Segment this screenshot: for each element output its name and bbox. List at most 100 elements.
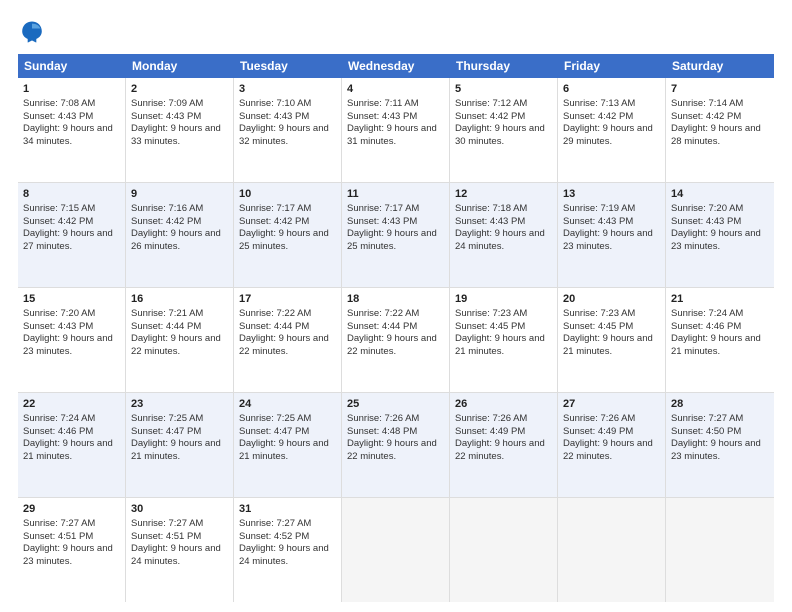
day-cell-29: 29Sunrise: 7:27 AMSunset: 4:51 PMDayligh… xyxy=(18,498,126,602)
daylight: Daylight: 9 hours and 30 minutes. xyxy=(455,123,545,147)
daylight: Daylight: 9 hours and 21 minutes. xyxy=(239,438,329,462)
header-day-monday: Monday xyxy=(126,54,234,78)
day-cell-2: 2Sunrise: 7:09 AMSunset: 4:43 PMDaylight… xyxy=(126,78,234,182)
sunrise: Sunrise: 7:23 AM xyxy=(563,308,635,319)
daylight: Daylight: 9 hours and 22 minutes. xyxy=(347,438,437,462)
sunset: Sunset: 4:43 PM xyxy=(347,111,417,122)
day-number: 6 xyxy=(563,82,660,97)
sunset: Sunset: 4:48 PM xyxy=(347,426,417,437)
sunset: Sunset: 4:42 PM xyxy=(563,111,633,122)
sunrise: Sunrise: 7:27 AM xyxy=(23,518,95,529)
day-cell-27: 27Sunrise: 7:26 AMSunset: 4:49 PMDayligh… xyxy=(558,393,666,497)
sunrise: Sunrise: 7:27 AM xyxy=(239,518,311,529)
day-cell-13: 13Sunrise: 7:19 AMSunset: 4:43 PMDayligh… xyxy=(558,183,666,287)
sunset: Sunset: 4:43 PM xyxy=(239,111,309,122)
daylight: Daylight: 9 hours and 29 minutes. xyxy=(563,123,653,147)
calendar-week-5: 29Sunrise: 7:27 AMSunset: 4:51 PMDayligh… xyxy=(18,498,774,602)
day-cell-24: 24Sunrise: 7:25 AMSunset: 4:47 PMDayligh… xyxy=(234,393,342,497)
daylight: Daylight: 9 hours and 27 minutes. xyxy=(23,228,113,252)
daylight: Daylight: 9 hours and 23 minutes. xyxy=(563,228,653,252)
day-number: 16 xyxy=(131,292,228,307)
header-day-wednesday: Wednesday xyxy=(342,54,450,78)
sunset: Sunset: 4:50 PM xyxy=(671,426,741,437)
daylight: Daylight: 9 hours and 23 minutes. xyxy=(671,438,761,462)
header-day-friday: Friday xyxy=(558,54,666,78)
daylight: Daylight: 9 hours and 22 minutes. xyxy=(239,333,329,357)
day-cell-6: 6Sunrise: 7:13 AMSunset: 4:42 PMDaylight… xyxy=(558,78,666,182)
day-number: 20 xyxy=(563,292,660,307)
daylight: Daylight: 9 hours and 25 minutes. xyxy=(347,228,437,252)
sunrise: Sunrise: 7:24 AM xyxy=(23,413,95,424)
calendar-week-2: 8Sunrise: 7:15 AMSunset: 4:42 PMDaylight… xyxy=(18,183,774,288)
calendar-week-1: 1Sunrise: 7:08 AMSunset: 4:43 PMDaylight… xyxy=(18,78,774,183)
day-cell-14: 14Sunrise: 7:20 AMSunset: 4:43 PMDayligh… xyxy=(666,183,774,287)
day-cell-16: 16Sunrise: 7:21 AMSunset: 4:44 PMDayligh… xyxy=(126,288,234,392)
daylight: Daylight: 9 hours and 33 minutes. xyxy=(131,123,221,147)
sunset: Sunset: 4:43 PM xyxy=(23,321,93,332)
empty-cell xyxy=(666,498,774,602)
day-cell-15: 15Sunrise: 7:20 AMSunset: 4:43 PMDayligh… xyxy=(18,288,126,392)
daylight: Daylight: 9 hours and 22 minutes. xyxy=(563,438,653,462)
empty-cell xyxy=(450,498,558,602)
sunrise: Sunrise: 7:26 AM xyxy=(455,413,527,424)
sunset: Sunset: 4:43 PM xyxy=(131,111,201,122)
sunset: Sunset: 4:46 PM xyxy=(671,321,741,332)
calendar: SundayMondayTuesdayWednesdayThursdayFrid… xyxy=(18,54,774,602)
calendar-week-3: 15Sunrise: 7:20 AMSunset: 4:43 PMDayligh… xyxy=(18,288,774,393)
header-day-sunday: Sunday xyxy=(18,54,126,78)
sunset: Sunset: 4:43 PM xyxy=(347,216,417,227)
day-cell-1: 1Sunrise: 7:08 AMSunset: 4:43 PMDaylight… xyxy=(18,78,126,182)
sunset: Sunset: 4:47 PM xyxy=(131,426,201,437)
day-number: 31 xyxy=(239,502,336,517)
sunrise: Sunrise: 7:17 AM xyxy=(347,203,419,214)
daylight: Daylight: 9 hours and 22 minutes. xyxy=(455,438,545,462)
sunrise: Sunrise: 7:19 AM xyxy=(563,203,635,214)
day-cell-21: 21Sunrise: 7:24 AMSunset: 4:46 PMDayligh… xyxy=(666,288,774,392)
daylight: Daylight: 9 hours and 25 minutes. xyxy=(239,228,329,252)
day-cell-20: 20Sunrise: 7:23 AM Sunset: 4:45 PMDayligh… xyxy=(558,288,666,392)
day-cell-11: 11Sunrise: 7:17 AMSunset: 4:43 PMDayligh… xyxy=(342,183,450,287)
sunrise: Sunrise: 7:27 AM xyxy=(671,413,743,424)
sunrise: Sunrise: 7:17 AM xyxy=(239,203,311,214)
day-number: 27 xyxy=(563,397,660,412)
daylight: Daylight: 9 hours and 24 minutes. xyxy=(131,543,221,567)
day-number: 10 xyxy=(239,187,336,202)
sunrise: Sunrise: 7:25 AM xyxy=(239,413,311,424)
day-number: 23 xyxy=(131,397,228,412)
header xyxy=(18,18,774,46)
daylight: Daylight: 9 hours and 34 minutes. xyxy=(23,123,113,147)
sunrise: Sunrise: 7:23 AM xyxy=(455,308,527,319)
day-cell-26: 26Sunrise: 7:26 AMSunset: 4:49 PMDayligh… xyxy=(450,393,558,497)
sunrise: Sunrise: 7:15 AM xyxy=(23,203,95,214)
sunrise: Sunrise: 7:14 AM xyxy=(671,98,743,109)
sunrise: Sunrise: 7:16 AM xyxy=(131,203,203,214)
sunset: Sunset: 4:43 PM xyxy=(563,216,633,227)
sunrise: Sunrise: 7:26 AM xyxy=(563,413,635,424)
sunrise: Sunrise: 7:22 AM xyxy=(239,308,311,319)
day-cell-8: 8Sunrise: 7:15 AMSunset: 4:42 PMDaylight… xyxy=(18,183,126,287)
header-day-tuesday: Tuesday xyxy=(234,54,342,78)
daylight: Daylight: 9 hours and 21 minutes. xyxy=(23,438,113,462)
sunset: Sunset: 4:45 PM xyxy=(563,321,633,332)
sunset: Sunset: 4:47 PM xyxy=(239,426,309,437)
day-cell-12: 12Sunrise: 7:18 AMSunset: 4:43 PMDayligh… xyxy=(450,183,558,287)
day-cell-4: 4Sunrise: 7:11 AMSunset: 4:43 PMDaylight… xyxy=(342,78,450,182)
sunrise: Sunrise: 7:18 AM xyxy=(455,203,527,214)
day-number: 29 xyxy=(23,502,120,517)
sunset: Sunset: 4:43 PM xyxy=(455,216,525,227)
sunrise: Sunrise: 7:08 AM xyxy=(23,98,95,109)
sunrise: Sunrise: 7:10 AM xyxy=(239,98,311,109)
day-number: 9 xyxy=(131,187,228,202)
sunset: Sunset: 4:49 PM xyxy=(455,426,525,437)
day-cell-3: 3Sunrise: 7:10 AMSunset: 4:43 PMDaylight… xyxy=(234,78,342,182)
day-number: 30 xyxy=(131,502,228,517)
day-cell-28: 28Sunrise: 7:27 AMSunset: 4:50 PMDayligh… xyxy=(666,393,774,497)
empty-cell xyxy=(342,498,450,602)
daylight: Daylight: 9 hours and 24 minutes. xyxy=(239,543,329,567)
day-cell-19: 19Sunrise: 7:23 AMSunset: 4:45 PMDayligh… xyxy=(450,288,558,392)
daylight: Daylight: 9 hours and 21 minutes. xyxy=(131,438,221,462)
day-number: 18 xyxy=(347,292,444,307)
sunset: Sunset: 4:44 PM xyxy=(239,321,309,332)
daylight: Daylight: 9 hours and 21 minutes. xyxy=(563,333,653,357)
sunrise: Sunrise: 7:21 AM xyxy=(131,308,203,319)
